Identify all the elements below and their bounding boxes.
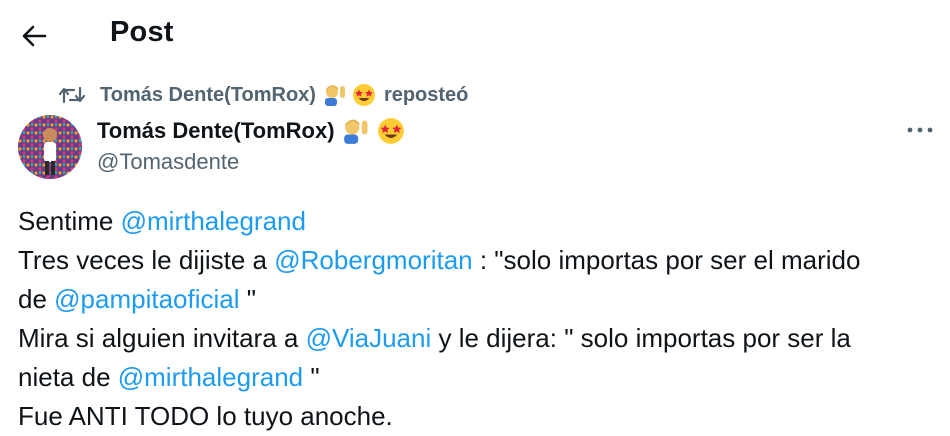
mention-link[interactable]: @mirthalegrand xyxy=(118,362,303,392)
text-segment: y le dijera: " solo importas por ser la xyxy=(431,323,851,353)
repost-indicator: Tomás Dente(TomRox) reposteó xyxy=(58,80,468,110)
text-segment: " xyxy=(303,362,320,392)
man-raising-hand-emoji xyxy=(343,117,371,145)
more-horizontal-icon xyxy=(907,127,933,133)
text-segment: " xyxy=(239,284,256,314)
more-options-button[interactable] xyxy=(900,116,940,144)
tweet-text: Sentime @mirthalegrand Tres veces le dij… xyxy=(18,202,938,436)
text-segment: nieta de xyxy=(18,362,118,392)
mention-link[interactable]: @ViaJuani xyxy=(306,323,432,353)
text-segment: Mira si alguien invitara a xyxy=(18,323,306,353)
avatar[interactable] xyxy=(18,115,82,179)
text-segment: Sentime xyxy=(18,206,121,236)
man-raising-hand-emoji xyxy=(324,83,348,107)
mention-link[interactable]: @Robergmoritan xyxy=(274,245,472,275)
tweet-line: Sentime @mirthalegrand xyxy=(18,202,938,241)
author-handle[interactable]: @Tomasdente xyxy=(97,149,239,175)
reposter-name[interactable]: Tomás Dente(TomRox) xyxy=(100,84,316,107)
tweet-line: Mira si alguien invitara a @ViaJuani y l… xyxy=(18,319,938,358)
author-name-row[interactable]: Tomás Dente(TomRox) xyxy=(97,114,405,148)
star-struck-emoji xyxy=(377,117,405,145)
tweet-line: Tres veces le dijiste a @Robergmoritan :… xyxy=(18,241,938,280)
text-segment: de xyxy=(18,284,55,314)
repost-icon xyxy=(58,83,86,107)
page-title: Post xyxy=(110,16,174,48)
tweet-line: Fue ANTI TODO lo tuyo anoche. xyxy=(18,397,938,436)
text-segment: Fue ANTI TODO lo tuyo anoche. xyxy=(18,401,393,431)
text-segment: : "solo importas por ser el marido xyxy=(472,245,861,275)
star-struck-emoji xyxy=(352,83,376,107)
mention-link[interactable]: @pampitaoficial xyxy=(54,284,239,314)
tweet-line: de @pampitaoficial " xyxy=(18,280,938,319)
author-name[interactable]: Tomás Dente(TomRox) xyxy=(97,118,335,144)
top-bar: Post xyxy=(0,0,950,72)
repost-action-text: reposteó xyxy=(383,83,469,106)
text-segment: Tres veces le dijiste a xyxy=(18,245,275,275)
arrow-left-icon xyxy=(22,25,47,47)
back-button[interactable] xyxy=(14,18,54,54)
mention-link[interactable]: @mirthalegrand xyxy=(121,206,306,236)
tweet-line: nieta de @mirthalegrand " xyxy=(18,358,938,397)
